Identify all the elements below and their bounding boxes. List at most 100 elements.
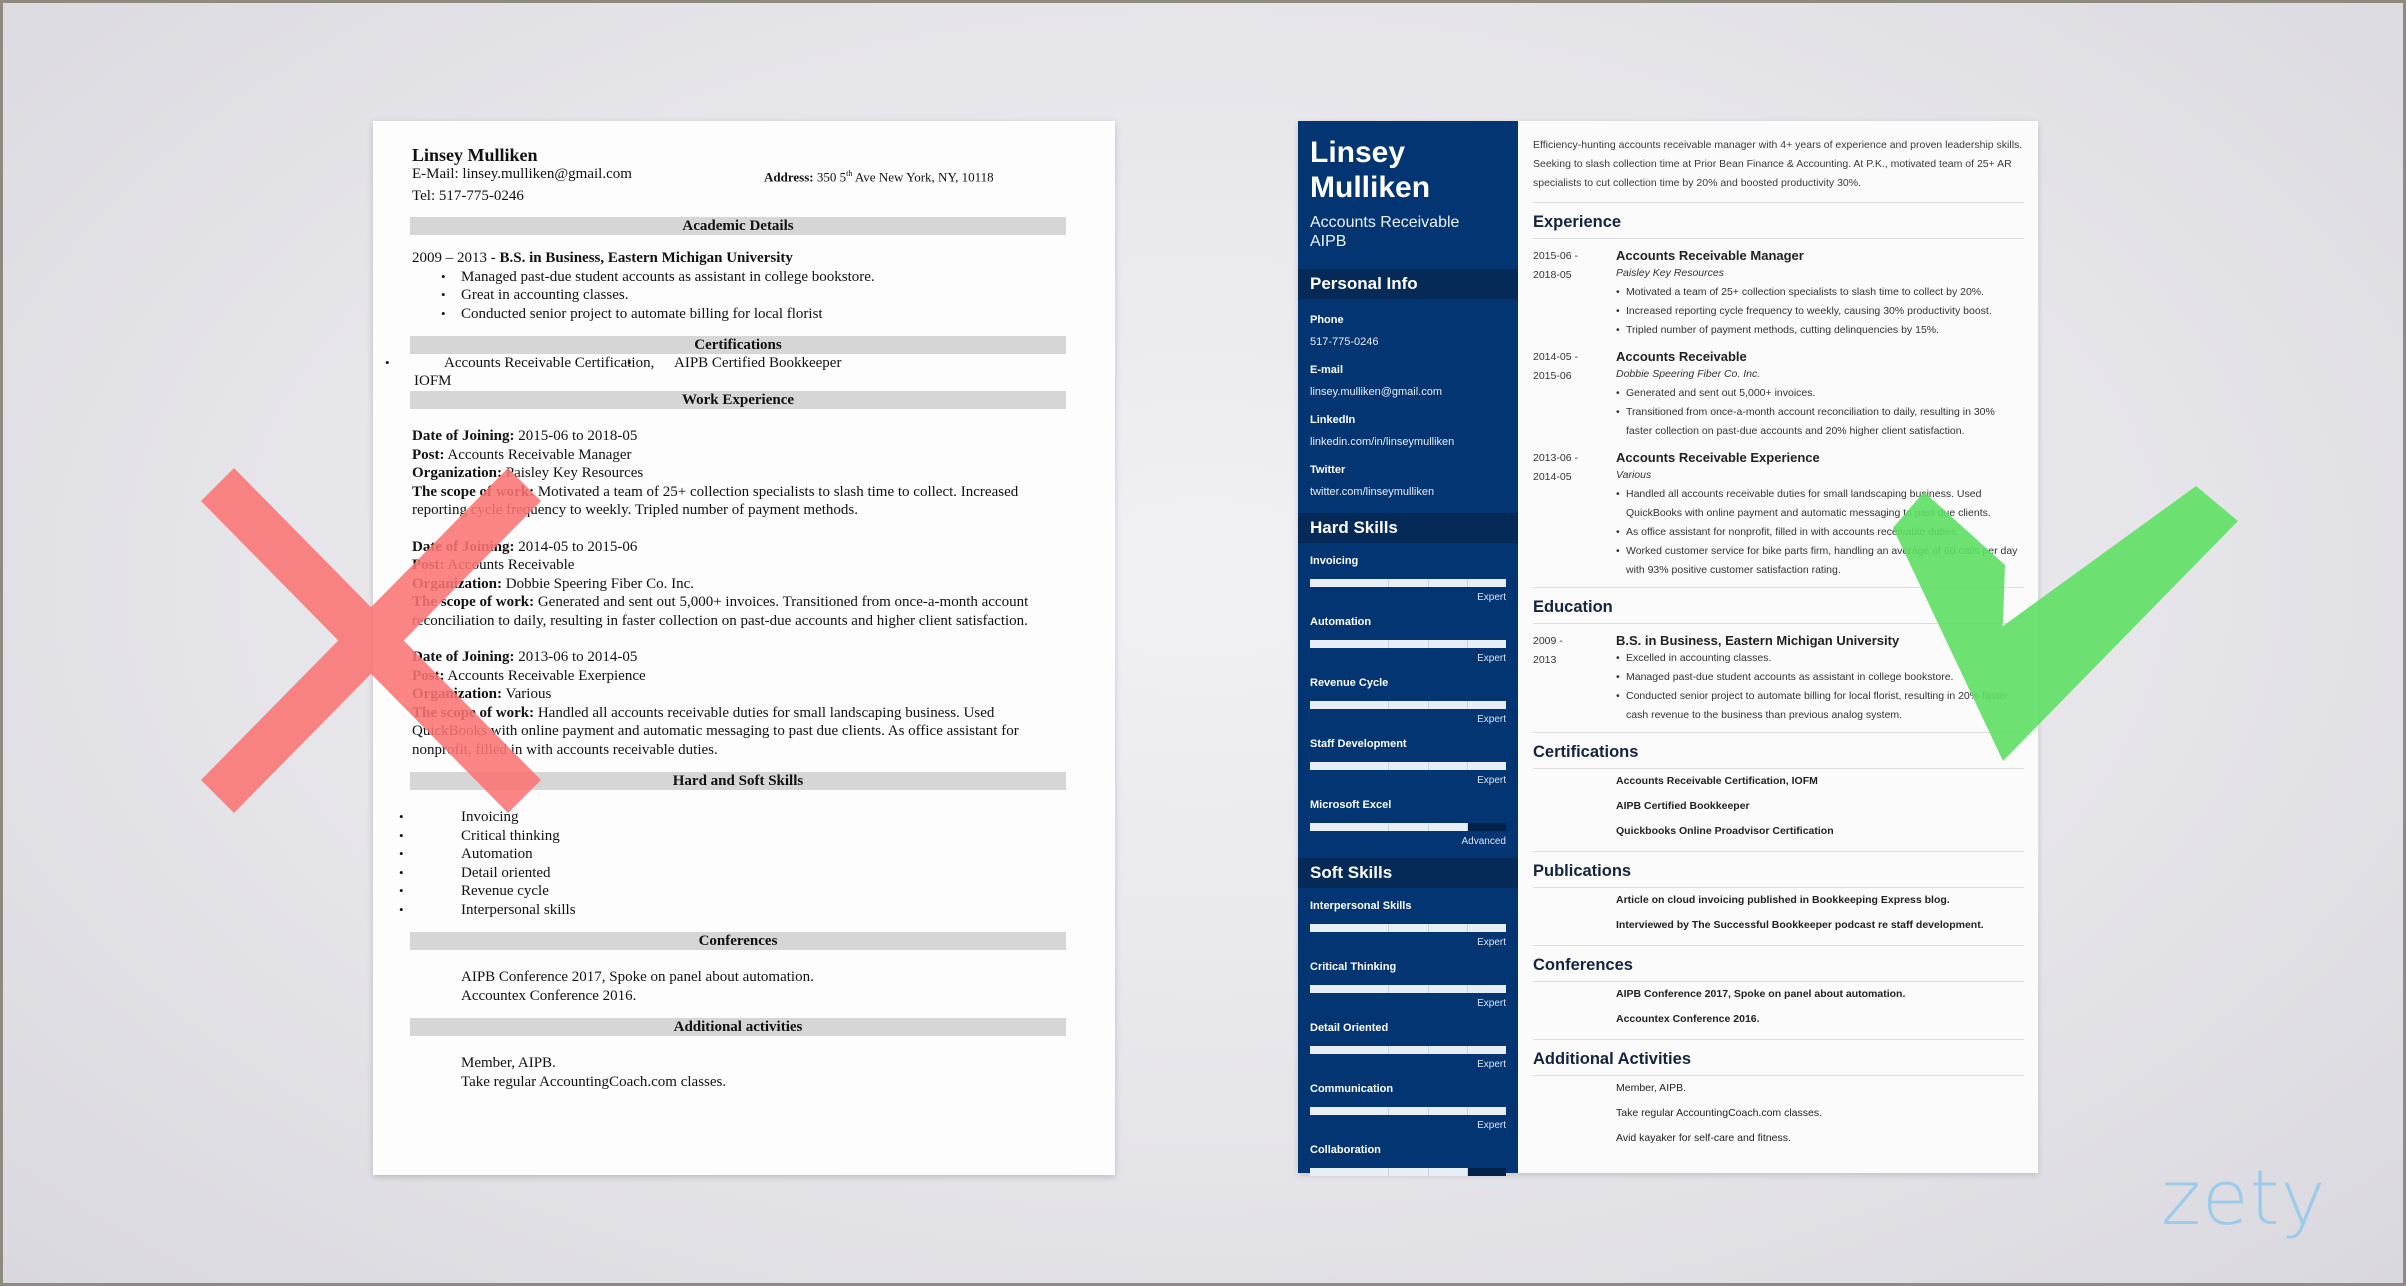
section-heading-publications: Publications [1533, 851, 2024, 888]
address-line: Address: 350 5th Ave New York, NY, 10118 [764, 169, 994, 185]
skill-bar-divider [1388, 762, 1390, 770]
skill-bar-divider [1427, 985, 1429, 993]
skill-name: Critical Thinking [1310, 961, 1397, 973]
list-item: Member, AIPB. [461, 1055, 556, 1072]
skill-bar-divider [1466, 762, 1468, 770]
bad-resume-example: Linsey Mulliken E-Mail: linsey.mulliken@… [373, 121, 1115, 1175]
skills-list: Invoicing Critical thinking Automation D… [399, 808, 1115, 919]
skill-level-bar [1310, 924, 1506, 932]
skill-level-label: Expert [1477, 1059, 1506, 1070]
list-item: As office assistant for nonprofit, fille… [1616, 523, 2024, 542]
resume-sidebar: Linsey Mulliken Accounts Receivable AIPB… [1298, 121, 1518, 1192]
skill-bar-divider [1427, 762, 1429, 770]
section-header-skills: Hard and Soft Skills [410, 772, 1066, 791]
skill-item: Staff Development Expert [1298, 737, 1518, 787]
profile-summary: Efficiency-hunting accounts receivable m… [1533, 139, 2023, 189]
skill-name: Invoicing [1310, 555, 1359, 567]
list-item: Automation [399, 845, 1115, 864]
skill-name: Automation [1310, 616, 1372, 628]
email-value: linsey.mulliken@gmail.com [1310, 386, 1442, 398]
skill-bar-divider [1427, 823, 1429, 831]
date-end: 2014-05 [1533, 471, 1572, 483]
skill-level-fill [1310, 579, 1506, 587]
skill-bar-divider [1388, 823, 1390, 831]
section-heading-activities: Additional Activities [1533, 1039, 2024, 1076]
list-item: Accountex Conference 2016. [1616, 1013, 1760, 1025]
skill-level-fill [1310, 924, 1506, 932]
date-start: 2014-05 - [1533, 351, 1578, 363]
list-item: Increased reporting cycle frequency to w… [1616, 302, 2024, 321]
job-entry: Date of Joining: 2014-05 to 2015-06 Post… [412, 538, 1029, 629]
list-item: AIPB Conference 2017, Spoke on panel abo… [461, 969, 814, 986]
list-item: Managed past-due student accounts as ass… [1616, 668, 2024, 687]
skill-bar-divider [1388, 1168, 1390, 1176]
list-item: Avid kayaker for self-care and fitness. [1616, 1132, 1791, 1144]
degree: B.S. in Business, Eastern Michigan Unive… [1616, 633, 1900, 648]
first-name: Linsey [1310, 136, 1406, 169]
skill-bar-divider [1466, 1107, 1468, 1115]
job-role: Accounts Receivable [1616, 349, 1747, 364]
sidebar-header-personal: Personal Info [1298, 269, 1518, 299]
skill-name: Detail Oriented [1310, 1022, 1389, 1034]
skill-level-fill [1310, 640, 1506, 648]
skill-name: Revenue Cycle [1310, 677, 1389, 689]
skill-level-label: Expert [1477, 937, 1506, 948]
experience-entry: 2014-05 - 2015-06 Accounts Receivable Dobbi… [1533, 348, 2024, 441]
tel-line: Tel: 517-775-0246 [412, 187, 524, 204]
skill-bar-divider [1427, 579, 1429, 587]
hard-skills-list: Invoicing Expert Automation Expert Revenue C… [1298, 554, 1518, 848]
experience-entry: 2013-06 - 2014-05 Accounts Receivable Expe… [1533, 449, 2024, 580]
publications-list: Article on cloud invoicing published in … [1533, 888, 2024, 938]
skill-bar-divider [1466, 985, 1468, 993]
skill-item: Interpersonal Skills Expert [1298, 899, 1518, 949]
skill-bar-divider [1466, 1168, 1468, 1176]
section-heading-experience: Experience [1533, 202, 2024, 239]
resume-name: Linsey Mulliken [412, 145, 538, 165]
bullet-icon: • [627, 355, 632, 371]
skill-level-bar [1310, 640, 1506, 648]
skill-item: Microsoft Excel Advanced [1298, 798, 1518, 848]
experience-entry: 2015-06 - 2018-05 Accounts Receivable Mana… [1533, 247, 2024, 340]
zety-logo: zety [2161, 1153, 2327, 1242]
list-item: Take regular AccountingCoach.com classes… [461, 1073, 727, 1090]
linkedin-value: linkedin.com/in/linseymulliken [1310, 436, 1455, 448]
skill-level-label: Expert [1477, 1120, 1506, 1131]
list-item: Tripled number of payment methods, cutti… [1616, 321, 2024, 340]
contact-row: E-Mail: linsey.mulliken@gmail.com Addres… [412, 165, 1115, 187]
certifications-list: Accounts Receivable Certification, IOFM … [1533, 769, 2024, 844]
skill-name: Microsoft Excel [1310, 799, 1392, 811]
skill-name: Staff Development [1310, 738, 1407, 750]
section-header-academic: Academic Details [410, 217, 1066, 236]
list-item: Revenue cycle [399, 882, 1115, 901]
certifications-row: • Accounts Receivable Certification, IOF… [385, 355, 842, 390]
skill-level-fill [1310, 701, 1506, 709]
good-resume-example: Linsey Mulliken Accounts Receivable AIPB… [1298, 121, 2038, 1192]
section-header-conferences: Conferences [410, 932, 1066, 951]
sidebar-header-soft-skills: Soft Skills [1298, 858, 1518, 888]
skill-level-label: Expert [1477, 998, 1506, 1009]
education-entry: 2009 - 2013 B.S. in Business, Eastern Mi… [1533, 632, 2024, 725]
personal-info: Phone 517-775-0246 E-mail linsey.mullike… [1298, 299, 1518, 499]
bullet-icon: • [385, 355, 390, 371]
list-item: AIPB Conference 2017, Spoke on panel abo… [1616, 988, 1906, 1000]
list-item: Article on cloud invoicing published in … [1616, 894, 1950, 906]
skill-item: Invoicing Expert [1298, 554, 1518, 604]
skill-level-bar [1310, 762, 1506, 770]
section-heading-certifications: Certifications [1533, 732, 2024, 769]
skill-level-bar [1310, 823, 1506, 831]
date-end: 2015-06 [1533, 370, 1572, 382]
skill-level-label: Expert [1477, 653, 1506, 664]
phone-value: 517-775-0246 [1310, 336, 1379, 348]
soft-skills-list: Interpersonal Skills Expert Critical Think… [1298, 899, 1518, 1193]
list-item: Managed past-due student accounts as ass… [412, 268, 1115, 287]
skill-bar-divider [1388, 1107, 1390, 1115]
list-item: Great in accounting classes. [412, 286, 1115, 305]
skill-level-bar [1310, 1107, 1506, 1115]
skill-bar-divider [1388, 701, 1390, 709]
skill-bar-divider [1388, 579, 1390, 587]
skill-bar-divider [1427, 701, 1429, 709]
education-bullets: Managed past-due student accounts as ass… [412, 268, 1115, 324]
skill-level-bar [1310, 1046, 1506, 1054]
section-heading-education: Education [1533, 587, 2024, 624]
list-item: Member, AIPB. [1616, 1082, 1687, 1094]
